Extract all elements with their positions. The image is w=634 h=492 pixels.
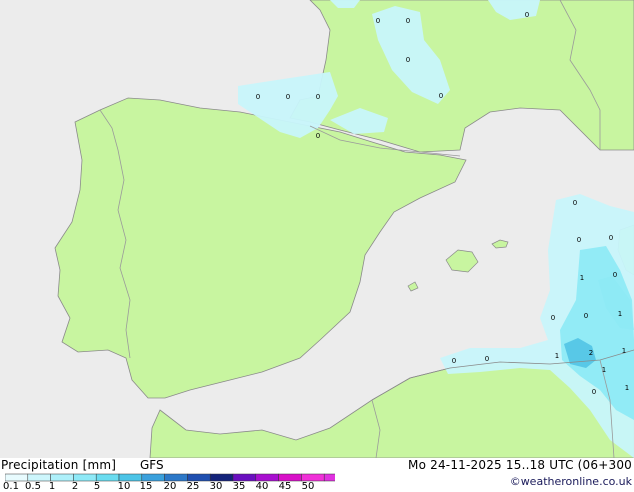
weather-map: 0 0 0 0 0 0 0 0 0 0 0 0 0 1 1 0 0 1 0 0 … <box>0 0 634 458</box>
precip-value: 0 <box>584 312 588 320</box>
model-name: GFS <box>140 458 164 472</box>
precip-value: 0 <box>613 271 617 279</box>
colorbar-tick-label: 35 <box>232 481 246 492</box>
precip-value: 0 <box>406 17 410 25</box>
precip-value: 0 <box>525 11 529 19</box>
colorbar-segment <box>164 473 188 482</box>
precip-value: 1 <box>602 366 606 374</box>
colorbar-tick-label: 1 <box>48 481 56 492</box>
colorbar-tick-label: 40 <box>255 481 269 492</box>
colorbar-tick-label: 50 <box>301 481 315 492</box>
colorbar-segment <box>50 473 74 482</box>
precip-value: 0 <box>376 17 380 25</box>
colorbar-tick-label: 45 <box>278 481 292 492</box>
colorbar-tick-label: 2 <box>71 481 79 492</box>
precip-value: 0 <box>406 56 410 64</box>
colorbar-tick-label: 10 <box>117 481 131 492</box>
colorbar-segment <box>209 473 234 482</box>
precip-value: 0 <box>316 93 320 101</box>
colorbar-segment <box>187 473 211 482</box>
colorbar-segment <box>323 473 335 482</box>
valid-time: Mo 24-11-2025 15..18 UTC (06+300 <box>408 458 632 472</box>
precip-value: 0 <box>551 314 555 322</box>
precip-value: 0 <box>577 236 581 244</box>
precip-value: 2 <box>589 349 593 357</box>
precip-value: 0 <box>592 388 596 396</box>
precip-value: 1 <box>625 384 629 392</box>
colorbar-segment <box>118 473 143 482</box>
colorbar-tick-label: 30 <box>209 481 223 492</box>
colorbar-tick-label: 0.5 <box>25 481 41 492</box>
precip-value: 0 <box>439 92 443 100</box>
land-france <box>289 0 634 153</box>
precipitation-map-svg: 0 0 0 0 0 0 0 0 0 0 0 0 0 1 1 0 0 1 0 0 … <box>0 0 634 458</box>
colorbar-segment <box>301 473 325 482</box>
colorbar-segment <box>255 473 279 482</box>
precip-value: 0 <box>609 234 613 242</box>
site-credit[interactable]: ©weatheronline.co.uk <box>510 476 632 488</box>
colorbar-tick-label: 25 <box>186 481 200 492</box>
legend-bar: Precipitation [mm] GFS Mo 24-11-2025 15.… <box>0 458 634 492</box>
precip-value: 1 <box>618 310 622 318</box>
colorbar-segment <box>95 473 120 482</box>
precip-value: 0 <box>256 93 260 101</box>
precip-value: 0 <box>573 199 577 207</box>
legend-title: Precipitation [mm] <box>1 458 117 472</box>
colorbar-segment <box>5 473 29 482</box>
colorbar-tick-label: 0.1 <box>3 481 19 492</box>
precip-value: 0 <box>316 132 320 140</box>
precip-value: 1 <box>555 352 559 360</box>
colorbar-tick-label: 5 <box>93 481 101 492</box>
colorbar-segment <box>27 473 51 482</box>
precip-value: 1 <box>622 347 626 355</box>
precip-value: 0 <box>286 93 290 101</box>
colorbar-segment <box>141 473 165 482</box>
precip-value: 0 <box>452 357 456 365</box>
colorbar-tick-label: 15 <box>139 481 153 492</box>
colorbar-tick-label: 20 <box>163 481 177 492</box>
colorbar-segment <box>73 473 97 482</box>
colorbar-segment <box>232 473 257 482</box>
precip-value: 1 <box>580 274 584 282</box>
colorbar-segment <box>278 473 302 482</box>
precip-value: 0 <box>485 355 489 363</box>
